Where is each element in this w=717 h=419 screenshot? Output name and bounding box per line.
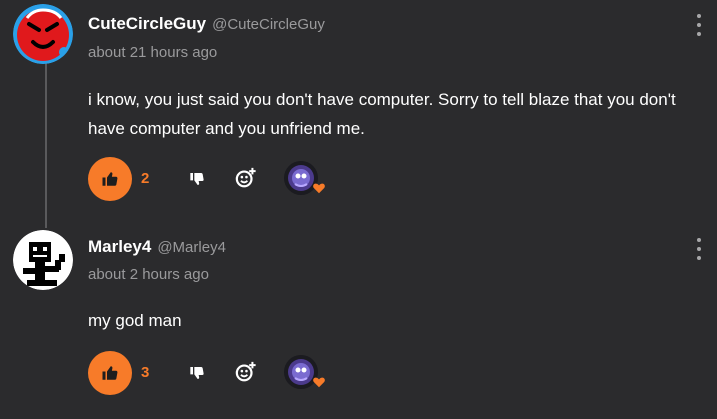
more-options-icon[interactable] xyxy=(694,14,704,36)
comment-actions: 3 xyxy=(88,351,348,395)
more-options-icon[interactable] xyxy=(694,238,704,260)
like-button[interactable] xyxy=(88,351,132,395)
heart-icon xyxy=(313,183,325,194)
comment: Marley4 @Marley4 about 2 hours ago my go… xyxy=(0,215,717,419)
red-circle-face-avatar xyxy=(13,4,73,64)
add-reaction-button[interactable] xyxy=(233,165,259,191)
like-count: 2 xyxy=(141,170,150,187)
add-emoji-icon xyxy=(235,167,256,188)
thumbs-up-icon xyxy=(102,172,118,186)
comment-thread: CuteCircleGuy @CuteCircleGuy about 21 ho… xyxy=(0,0,717,419)
comment-text: i know, you just said you don't have com… xyxy=(88,90,676,138)
user-avatar[interactable] xyxy=(13,4,73,64)
author-handle[interactable]: @CuteCircleGuy xyxy=(212,16,325,33)
comment: CuteCircleGuy @CuteCircleGuy about 21 ho… xyxy=(0,0,717,215)
reaction[interactable] xyxy=(284,355,325,391)
dislike-button[interactable] xyxy=(186,168,208,190)
author-line: Marley4 @Marley4 xyxy=(88,237,226,257)
heart-icon xyxy=(313,377,325,388)
timestamp[interactable]: about 21 hours ago xyxy=(88,44,217,61)
comment-actions: 2 xyxy=(88,157,348,201)
user-avatar[interactable] xyxy=(13,230,73,290)
timestamp[interactable]: about 2 hours ago xyxy=(88,266,209,283)
like-button[interactable] xyxy=(88,157,132,201)
comment-text: my god man xyxy=(88,311,182,330)
author-line: CuteCircleGuy @CuteCircleGuy xyxy=(88,14,325,34)
author-name[interactable]: Marley4 xyxy=(88,237,151,257)
add-emoji-icon xyxy=(235,361,256,382)
thumbs-up-icon xyxy=(102,366,118,380)
reaction[interactable] xyxy=(284,161,325,197)
thumbs-down-icon xyxy=(190,367,204,379)
author-handle[interactable]: @Marley4 xyxy=(157,239,226,256)
like-count: 3 xyxy=(141,364,150,381)
add-reaction-button[interactable] xyxy=(233,359,259,385)
thumbs-down-icon xyxy=(190,173,204,185)
black-pixel-creature-avatar xyxy=(13,230,73,290)
dislike-button[interactable] xyxy=(186,362,208,384)
author-name[interactable]: CuteCircleGuy xyxy=(88,14,206,34)
